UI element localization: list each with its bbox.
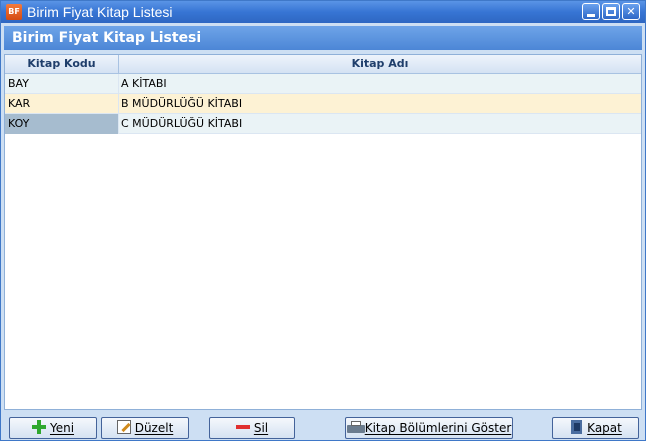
edit-icon: [116, 420, 131, 434]
close-icon: ✕: [626, 5, 636, 18]
exit-door-icon: [569, 420, 583, 434]
minimize-button[interactable]: [582, 3, 600, 20]
table-row[interactable]: KOY C MÜDÜRLÜĞÜ KİTABI: [5, 114, 641, 134]
cell-kitap-kodu[interactable]: KOY: [5, 114, 119, 134]
column-header-kitap-adi[interactable]: Kitap Adı: [119, 55, 641, 73]
cell-kitap-kodu[interactable]: KAR: [5, 94, 119, 114]
show-sections-button[interactable]: Kitap Bölümlerini Göster: [345, 417, 513, 439]
page-title: Birim Fiyat Kitap Listesi: [12, 30, 202, 46]
plus-icon: [31, 420, 46, 434]
header-band: Birim Fiyat Kitap Listesi: [4, 26, 642, 50]
cell-kitap-adi[interactable]: A KİTABI: [119, 74, 641, 94]
cell-kitap-adi[interactable]: B MÜDÜRLÜĞÜ KİTABI: [119, 94, 641, 114]
new-button-label: Yeni: [49, 421, 75, 435]
close-button[interactable]: ✕: [622, 3, 640, 20]
cell-kitap-adi[interactable]: C MÜDÜRLÜĞÜ KİTABI: [119, 114, 641, 134]
close-form-button-label: Kapat: [587, 421, 622, 435]
grid-header: Kitap Kodu Kitap Adı: [5, 55, 641, 74]
window-title: Birim Fiyat Kitap Listesi: [27, 4, 173, 20]
new-button[interactable]: Yeni: [9, 417, 97, 439]
main-window: BF Birim Fiyat Kitap Listesi ✕ Birim Fiy…: [0, 0, 646, 441]
close-form-button[interactable]: Kapat: [552, 417, 639, 439]
delete-button-label: Sil: [253, 421, 269, 435]
show-sections-button-label: Kitap Bölümlerini Göster: [364, 421, 512, 435]
column-header-kitap-kodu[interactable]: Kitap Kodu: [5, 55, 119, 73]
app-icon: BF: [6, 4, 22, 20]
printer-icon: [346, 420, 365, 434]
edit-button-label: Düzelt: [134, 421, 174, 435]
edit-button[interactable]: Düzelt: [101, 417, 189, 439]
cell-kitap-kodu[interactable]: BAY: [5, 74, 119, 94]
table-row[interactable]: BAY A KİTABI: [5, 74, 641, 94]
maximize-icon: [606, 7, 616, 16]
book-grid[interactable]: Kitap Kodu Kitap Adı BAY A KİTABI KAR B …: [4, 54, 642, 410]
delete-button[interactable]: Sil: [209, 417, 295, 439]
table-row[interactable]: KAR B MÜDÜRLÜĞÜ KİTABI: [5, 94, 641, 114]
minus-icon: [235, 420, 250, 434]
maximize-button[interactable]: [602, 3, 620, 20]
minimize-icon: [587, 14, 595, 17]
title-bar[interactable]: BF Birim Fiyat Kitap Listesi ✕: [1, 1, 645, 23]
